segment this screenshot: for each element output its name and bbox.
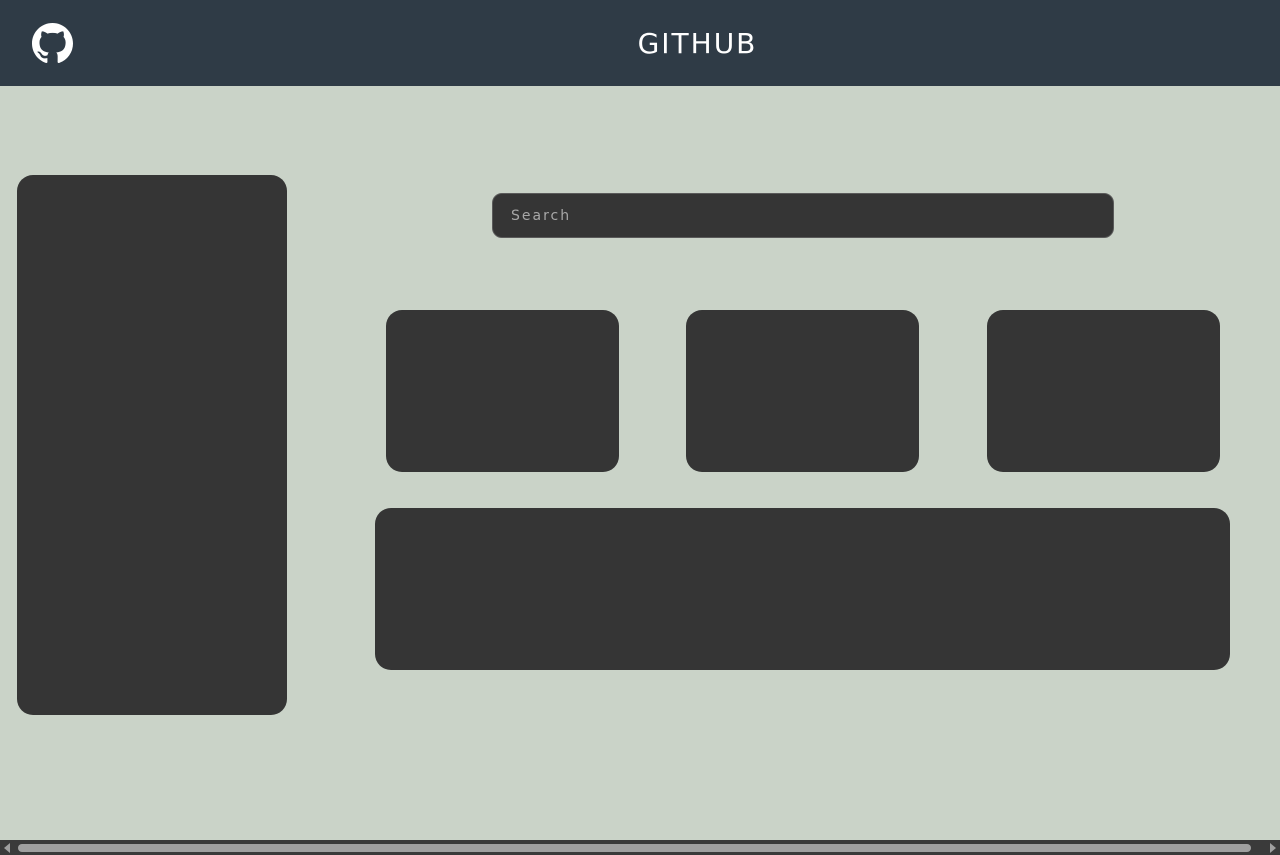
- page-title-wrap: GITHUB: [0, 0, 1280, 86]
- stat-card-3: [987, 310, 1220, 472]
- scroll-right-arrow-icon[interactable]: [1270, 843, 1276, 853]
- app-header: GITHUB: [0, 0, 1280, 86]
- scroll-left-arrow-icon[interactable]: [4, 843, 10, 853]
- stat-card-2: [686, 310, 919, 472]
- search-input[interactable]: [492, 193, 1114, 238]
- stat-card-1: [386, 310, 619, 472]
- horizontal-scrollbar[interactable]: [0, 840, 1280, 855]
- github-icon[interactable]: [32, 23, 73, 64]
- scrollbar-thumb[interactable]: [18, 844, 1251, 852]
- repositories-panel: [375, 508, 1230, 670]
- profile-sidebar-panel: [17, 175, 287, 715]
- page-title: GITHUB: [637, 27, 758, 60]
